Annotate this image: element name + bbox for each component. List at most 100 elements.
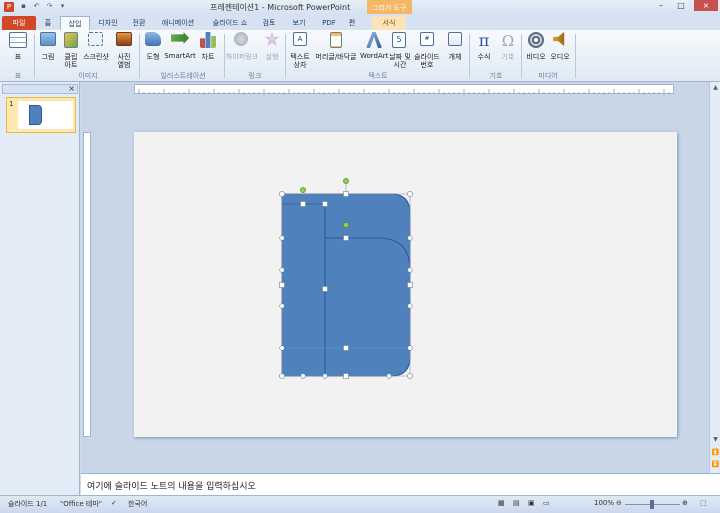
group-images-label: 이미지: [78, 72, 98, 80]
fit-slide-icon[interactable]: ⬚: [700, 499, 707, 507]
tab-edit[interactable]: 편: [345, 16, 359, 30]
notes-placeholder: 여기에 슬라이드 노트의 내용을 입력하십시오: [87, 482, 256, 492]
scroll-up-icon[interactable]: ▲: [711, 83, 720, 92]
group-separator: [139, 34, 140, 78]
chart-icon[interactable]: [200, 32, 216, 48]
zoom-slider-thumb[interactable]: [650, 500, 654, 509]
tab-transitions[interactable]: 전환: [128, 16, 150, 30]
audio-icon[interactable]: [553, 32, 565, 46]
powerpoint-app-icon[interactable]: P: [4, 2, 14, 12]
language-indicator[interactable]: 한국어: [128, 499, 147, 509]
maximize-icon[interactable]: □: [672, 0, 690, 11]
title-bar: P ▪ ↶ ↷ ▾ 프레젠테이션1 - Microsoft PowerPoint…: [0, 0, 720, 14]
slide-thumbnail[interactable]: [6, 97, 76, 133]
clipart-button-label2: 아트: [64, 61, 78, 69]
group-separator: [521, 34, 522, 78]
group-separator: [469, 34, 470, 78]
group-separator: [34, 34, 35, 78]
context-tools-label: 그리기 도구: [372, 4, 407, 12]
pane-close-icon[interactable]: ×: [68, 84, 75, 93]
previous-slide-icon[interactable]: ⏫: [711, 448, 720, 457]
redo-icon[interactable]: ↷: [45, 2, 54, 11]
minimize-icon[interactable]: –: [652, 0, 670, 11]
view-slideshow-icon[interactable]: ▭: [543, 499, 550, 507]
action-icon: [265, 32, 279, 46]
action-button-label: 실행: [265, 53, 279, 61]
group-media-label: 미디어: [538, 72, 558, 80]
video-button-label: 비디오: [526, 53, 546, 61]
group-separator: [575, 34, 576, 78]
textbox-icon[interactable]: A: [293, 32, 307, 46]
slide-canvas[interactable]: [134, 132, 677, 437]
date-time-button-label2: 시간: [393, 61, 407, 69]
tab-review[interactable]: 검토: [258, 16, 280, 30]
tab-format[interactable]: 서식: [372, 16, 406, 30]
close-icon[interactable]: ×: [694, 0, 718, 11]
hyperlink-button-label: 하이퍼링크: [225, 53, 259, 61]
zoom-in-icon[interactable]: ⊕: [682, 499, 688, 507]
video-icon[interactable]: [528, 32, 544, 48]
smartart-button-label: SmartArt: [164, 52, 196, 60]
tab-home[interactable]: 홈: [40, 16, 56, 30]
slides-pane-tabs[interactable]: ×: [2, 84, 78, 94]
group-text-label: 텍스트: [368, 72, 388, 80]
notes-pane[interactable]: 여기에 슬라이드 노트의 내용을 입력하십시오: [81, 473, 720, 495]
tab-design[interactable]: 디자인: [94, 16, 122, 30]
slide-thumbnail-number: 1: [9, 100, 14, 108]
undo-icon[interactable]: ↶: [32, 2, 41, 11]
object-icon[interactable]: [448, 32, 462, 46]
photo-album-icon[interactable]: [116, 32, 132, 46]
shapes-icon[interactable]: [145, 32, 161, 46]
tab-file[interactable]: 파일: [2, 16, 36, 30]
tab-view[interactable]: 보기: [288, 16, 310, 30]
tab-slideshow[interactable]: 슬라이드 쇼: [208, 16, 252, 30]
smartart-icon[interactable]: [171, 32, 189, 44]
audio-button-label: 오디오: [550, 53, 570, 61]
symbol-icon: Ω: [501, 32, 515, 50]
view-normal-icon[interactable]: ▦: [498, 499, 505, 507]
theme-name[interactable]: "Office 테마": [60, 499, 102, 509]
object-button-label: 개체: [448, 53, 462, 61]
chart-button-label: 차트: [201, 53, 215, 61]
slide-counter: 슬라이드 1/1: [8, 500, 48, 508]
screenshot-button-label: 스크린샷: [83, 53, 109, 61]
equation-icon[interactable]: π: [476, 32, 492, 50]
zoom-out-icon[interactable]: ⊖: [616, 499, 622, 507]
slides-pane: × 1: [0, 82, 80, 495]
shapes-button-label: 도형: [146, 53, 160, 61]
qat-customize-icon[interactable]: ▾: [58, 2, 67, 11]
symbol-button-label: 기호: [501, 53, 515, 61]
tab-animations[interactable]: 애니메이션: [156, 16, 200, 30]
tab-insert[interactable]: 삽입: [60, 16, 90, 30]
group-symbols-label: 기호: [489, 72, 503, 80]
view-sorter-icon[interactable]: ▤: [513, 499, 520, 507]
view-reading-icon[interactable]: ▣: [528, 499, 535, 507]
ribbon: 표 표 그림 클립 아트 스크린샷 사진 앨범 이미지 도형 SmartArt …: [0, 30, 720, 82]
vertical-scrollbar[interactable]: ▲ ▼ ⏫ ⏬: [709, 82, 720, 473]
header-footer-icon[interactable]: [330, 32, 342, 48]
scroll-down-icon[interactable]: ▼: [711, 435, 720, 444]
slide-number-button-label2: 번호: [420, 61, 434, 69]
next-slide-icon[interactable]: ⏬: [711, 460, 720, 469]
picture-icon[interactable]: [40, 32, 56, 46]
horizontal-ruler[interactable]: [134, 84, 674, 94]
vertical-ruler[interactable]: [83, 132, 91, 437]
slide-number-icon[interactable]: #: [420, 32, 434, 46]
table-button-label: 표: [14, 53, 22, 61]
group-separator: [285, 34, 286, 78]
date-time-icon[interactable]: 5: [392, 32, 406, 48]
clipart-icon[interactable]: [64, 32, 78, 48]
group-links-label: 링크: [248, 72, 262, 80]
wordart-icon[interactable]: [366, 32, 382, 48]
textbox-button-label2: 상자: [293, 61, 307, 69]
screenshot-icon[interactable]: [88, 32, 103, 46]
table-icon[interactable]: [9, 32, 27, 48]
spellcheck-icon[interactable]: ✓: [111, 499, 117, 507]
wordart-button-label: WordArt: [360, 52, 389, 60]
horizontal-ruler-ticks: [138, 89, 670, 94]
thumbnail-slide-canvas: [18, 101, 73, 129]
thumbnail-shape: [29, 105, 42, 125]
save-icon[interactable]: ▪: [19, 2, 28, 11]
tab-pdf[interactable]: PDF: [318, 16, 340, 30]
zoom-level[interactable]: 100%: [594, 499, 614, 507]
